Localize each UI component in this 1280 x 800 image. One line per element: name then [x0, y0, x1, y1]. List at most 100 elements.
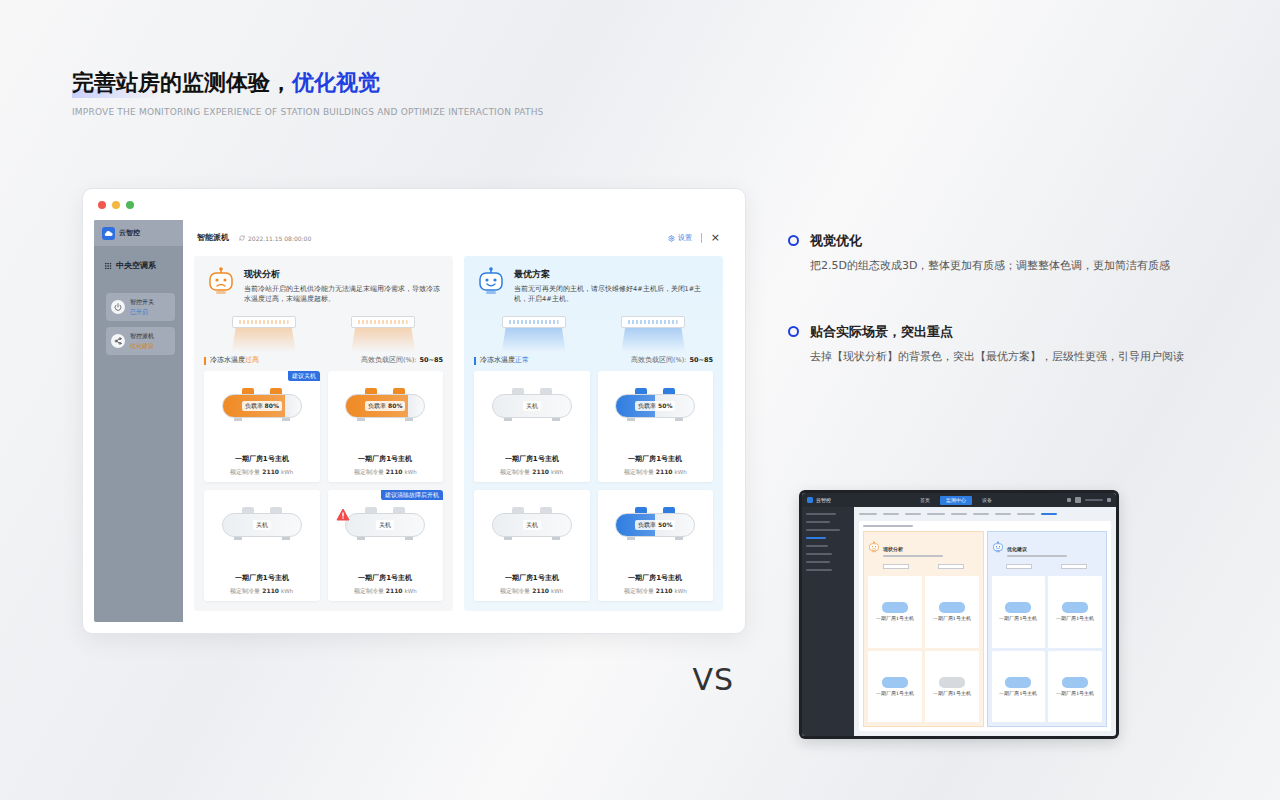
chiller-name: 一期厂房1号主机 [505, 454, 559, 464]
chiller-card[interactable]: 关机一期厂房1号主机额定制冷量2110kWh [474, 490, 590, 601]
browser-window: 云智控中央空调系智控开关已开启智控派机优化建议智能派机2022.11.15 08… [82, 188, 746, 634]
maximize-dot[interactable] [126, 201, 134, 209]
chiller-illustration: 关机 [345, 507, 425, 540]
chiller-name: 一期厂房1号主机 [358, 454, 412, 464]
chiller-name: 一期厂房1号主机 [235, 573, 289, 583]
close-button[interactable]: × [711, 232, 720, 244]
ac-unit [351, 316, 415, 352]
slide: 完善站房的监测体验，优化视觉IMPROVE THE MONITORING EXP… [0, 0, 1280, 800]
panel-title: 现状分析 [883, 546, 903, 552]
logo[interactable]: 云智控 [94, 220, 183, 246]
placeholder-line [806, 537, 826, 539]
warning-icon [336, 506, 350, 519]
nav-item[interactable]: 首页 [914, 496, 936, 505]
chiller-card[interactable]: 负载率50%一期厂房1号主机额定制冷量2110kWh [598, 371, 714, 482]
chiller-capacity: 额定制冷量2110kWh [354, 587, 417, 595]
chiller-status: 负载率50% [635, 401, 675, 411]
chiller-status: 负载率50% [635, 520, 675, 530]
placeholder-line [806, 513, 836, 515]
chiller-status: 负载率80% [365, 401, 405, 411]
nav-item[interactable]: 设备 [976, 496, 998, 505]
chiller-status: 关机 [523, 401, 541, 411]
dispatch-icon [114, 337, 122, 345]
analysis-panel: 优化建议一期厂房1号主机一期厂房1号主机一期厂房1号主机一期厂房1号主机 [987, 531, 1108, 727]
panel-description: 当前无可再关闭的主机，请尽快维修好4#主机后，关闭1#主机，开启4#主机。 [514, 285, 713, 304]
chiller-status: 关机 [253, 520, 271, 530]
chiller-capacity: 额定制冷量2110kWh [624, 468, 687, 476]
settings-button[interactable]: 设置 [668, 234, 692, 243]
window-titlebar [94, 189, 734, 220]
ac-unit [621, 316, 685, 352]
chiller-capacity: 额定制冷量2110kWh [624, 587, 687, 595]
suggestion-badge: 建议清除故障后开机 [381, 490, 443, 500]
chiller-card[interactable]: 一期厂房1号主机 [925, 576, 979, 648]
panel-title: 优化建议 [1007, 546, 1027, 552]
chiller-card[interactable]: 一期厂房1号主机 [868, 576, 922, 648]
chiller-name: 一期厂房1号主机 [235, 454, 289, 464]
placeholder-line [806, 561, 830, 563]
nav-item[interactable]: 监测中心 [940, 496, 972, 505]
chiller-card[interactable]: 一期厂房1号主机 [1048, 576, 1102, 648]
chiller-card[interactable]: 关机一期厂房1号主机额定制冷量2110kWh [474, 371, 590, 482]
sidebar: 云智控中央空调系智控开关已开启智控派机优化建议 [94, 220, 183, 622]
panel-title: 最优方案 [514, 268, 713, 281]
analysis-panel: 最优方案当前无可再关闭的主机，请尽快维修好4#主机后，关闭1#主机，开启4#主机… [464, 256, 723, 611]
robot-icon [992, 541, 1004, 553]
chiller-card[interactable]: 建议关机负载率80%一期厂房1号主机额定制冷量2110kWh [204, 371, 320, 482]
chiller-status: 负载率80% [242, 401, 282, 411]
refresh-icon[interactable] [239, 235, 245, 241]
app: 云智控中央空调系智控开关已开启智控派机优化建议智能派机2022.11.15 08… [94, 220, 734, 622]
chiller-card[interactable]: 一期厂房1号主机 [925, 651, 979, 723]
chiller-status: 关机 [376, 520, 394, 530]
power-icon [114, 303, 122, 311]
minimize-dot[interactable] [112, 201, 120, 209]
design-note: 贴合实际场景，突出重点去掉【现状分析】的背景色，突出【最优方案】，层级性更强，引… [788, 323, 1258, 364]
cloud-icon [104, 230, 113, 237]
chiller-card[interactable]: 负载率80% 一期厂房1号主机额定制冷量2110kWh [328, 371, 444, 482]
vs-label: VS [82, 662, 746, 697]
section-title: 中央空调系 [104, 260, 183, 271]
sub-tabs [859, 511, 1111, 517]
chiller-grid: 关机一期厂房1号主机额定制冷量2110kWh负载率50%一期厂房1号主机额定制冷… [474, 371, 713, 601]
chiller-card[interactable]: 一期厂房1号主机 [992, 576, 1046, 648]
placeholder-line [806, 521, 830, 523]
placeholder-line [806, 553, 832, 555]
design-note: 视觉优化把2.5D的组态改成3D，整体更加有质感；调整整体色调，更加简洁有质感 [788, 232, 1258, 273]
chiller-illustration: 负载率50% [615, 507, 695, 540]
modal-header: 智能派机2022.11.15 08:00:00设置× [183, 220, 734, 256]
modal-title: 智能派机 [197, 233, 229, 243]
old-design-screenshot: 云智控首页监测中心设备现状分析一期厂房1号主机一期厂房1号主机一期厂房1号主机一… [799, 490, 1119, 739]
ac-unit [232, 316, 296, 352]
sidebar-item[interactable]: 智控派机优化建议 [106, 327, 175, 355]
robot-icon [868, 541, 880, 553]
robot-icon [476, 266, 506, 296]
logo[interactable]: 云智控 [816, 497, 831, 503]
chiller-card[interactable]: 负载率50%一期厂房1号主机额定制冷量2110kWh [598, 490, 714, 601]
gear-icon [668, 235, 675, 242]
close-dot[interactable] [98, 201, 106, 209]
chiller-card[interactable]: 一期厂房1号主机 [992, 651, 1046, 723]
chiller-capacity: 额定制冷量2110kWh [354, 468, 417, 476]
sidebar-item[interactable]: 智控开关已开启 [106, 293, 175, 321]
placeholder-line [806, 529, 840, 531]
ac-units [474, 316, 713, 352]
chiller-card[interactable]: 一期厂房1号主机 [868, 651, 922, 723]
chiller-status: 关机 [523, 520, 541, 530]
top-bar: 云智控 首页监测中心设备 [802, 493, 1116, 507]
analysis-panel: 现状分析当前冷站开启的主机供冷能力无法满足末端用冷需求，导致冷冻水温度过高，末端… [194, 256, 453, 611]
robot-icon [206, 266, 236, 296]
placeholder-line [863, 525, 913, 527]
bullet-icon [788, 235, 799, 246]
dispatch-modal: 智能派机2022.11.15 08:00:00设置×现状分析当前冷站开启的主机供… [183, 220, 734, 622]
temperature-row: 冷冻水温度过高高效负载区间(%):50~85 [204, 356, 443, 365]
placeholder-line [806, 545, 828, 547]
chiller-card[interactable]: 关机一期厂房1号主机额定制冷量2110kWh [204, 490, 320, 601]
chiller-name: 一期厂房1号主机 [505, 573, 559, 583]
temperature-row: 冷冻水温度正常高效负载区间(%):50~85 [474, 356, 713, 365]
chiller-illustration: 关机 [222, 507, 302, 540]
analysis-panel: 现状分析一期厂房1号主机一期厂房1号主机一期厂房1号主机一期厂房1号主机 [863, 531, 984, 727]
chiller-card[interactable]: 建议清除故障后开机关机一期厂房1号主机额定制冷量2110kWh [328, 490, 444, 601]
chiller-illustration: 关机 [492, 507, 572, 540]
grid-icon [104, 262, 112, 270]
chiller-card[interactable]: 一期厂房1号主机 [1048, 651, 1102, 723]
